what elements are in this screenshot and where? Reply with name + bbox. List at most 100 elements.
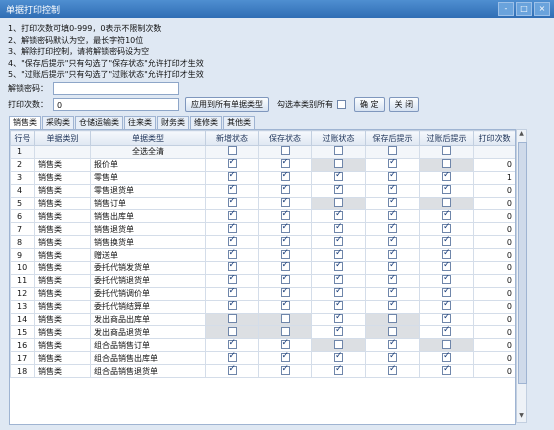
vertical-scrollbar[interactable]: ▲ ▼ (516, 129, 527, 423)
check-all-checkbox[interactable] (337, 100, 346, 109)
scroll-down-icon[interactable]: ▼ (517, 412, 526, 422)
table-row[interactable]: 5销售类销售订单 0 (10, 196, 515, 211)
status-checkbox[interactable] (280, 262, 290, 272)
status-checkbox[interactable] (227, 326, 237, 336)
status-checkbox[interactable] (334, 146, 343, 156)
status-checkbox[interactable] (227, 236, 237, 246)
status-checkbox[interactable] (280, 352, 290, 362)
tab-finance[interactable]: 财务类 (157, 116, 189, 129)
status-checkbox[interactable] (442, 172, 451, 182)
status-checkbox[interactable] (227, 146, 237, 156)
status-checkbox[interactable] (280, 210, 290, 220)
apply-all-button[interactable]: 应用到所有单据类型 (185, 97, 269, 112)
status-checkbox[interactable] (227, 301, 237, 311)
status-checkbox[interactable] (280, 146, 290, 156)
print-count-input[interactable]: 0 (53, 98, 179, 111)
status-checkbox[interactable] (280, 159, 290, 169)
table-row[interactable]: 3销售类零售单 1 (10, 170, 515, 185)
status-checkbox[interactable] (442, 236, 451, 246)
status-checkbox[interactable] (280, 249, 290, 259)
status-checkbox[interactable] (227, 172, 237, 182)
status-checkbox[interactable] (227, 288, 237, 298)
status-checkbox[interactable] (280, 339, 290, 349)
status-checkbox[interactable] (280, 365, 290, 375)
table-row[interactable]: 13销售类委托代销结算单 0 (10, 299, 515, 314)
table-row[interactable]: 1 全选全清 (10, 145, 515, 159)
status-checkbox[interactable] (227, 339, 237, 349)
status-checkbox[interactable] (334, 185, 343, 195)
tab-other[interactable]: 其他类 (223, 116, 255, 129)
column-header[interactable]: 单据类型 (90, 130, 206, 146)
status-checkbox[interactable] (334, 198, 343, 207)
minimize-button[interactable]: - (498, 2, 514, 16)
table-row[interactable]: 12销售类委托代销调价单 0 (10, 286, 515, 301)
status-checkbox[interactable] (334, 172, 343, 182)
status-checkbox[interactable] (388, 288, 397, 298)
status-checkbox[interactable] (442, 210, 451, 220)
scroll-up-icon[interactable]: ▲ (517, 130, 526, 140)
status-checkbox[interactable] (334, 262, 343, 272)
status-checkbox[interactable] (334, 236, 343, 246)
status-checkbox[interactable] (442, 326, 451, 336)
status-checkbox[interactable] (334, 210, 343, 220)
table-row[interactable]: 10销售类委托代销发货单 0 (10, 261, 515, 275)
status-checkbox[interactable] (334, 314, 343, 324)
status-checkbox[interactable] (388, 365, 397, 375)
status-checkbox[interactable] (442, 314, 451, 324)
ok-button[interactable]: 确 定 (354, 97, 385, 112)
status-checkbox[interactable] (227, 223, 237, 233)
status-checkbox[interactable] (227, 159, 237, 169)
table-row[interactable]: 2销售类报价单 0 (10, 157, 515, 172)
column-header[interactable]: 单据类别 (34, 130, 91, 146)
tab-purchase[interactable]: 采购类 (42, 116, 74, 129)
column-header[interactable]: 新增状态 (205, 130, 259, 146)
table-row[interactable]: 7销售类销售退货单 0 (10, 222, 515, 237)
column-header[interactable]: 过账后提示 (419, 130, 474, 146)
status-checkbox[interactable] (227, 185, 237, 195)
status-checkbox[interactable] (442, 301, 451, 311)
status-checkbox[interactable] (442, 365, 451, 375)
column-header[interactable]: 保存后提示 (365, 130, 420, 146)
maximize-button[interactable]: □ (516, 2, 532, 16)
status-checkbox[interactable] (388, 314, 397, 324)
table-row[interactable]: 15销售类发出商品退货单 0 (10, 325, 515, 340)
scrollbar-thumb[interactable] (518, 142, 527, 384)
status-checkbox[interactable] (388, 236, 397, 246)
table-row[interactable]: 9销售类赠送单 0 (10, 248, 515, 263)
tab-sales[interactable]: 销售类 (9, 116, 41, 130)
status-checkbox[interactable] (227, 262, 237, 272)
status-checkbox[interactable] (442, 249, 451, 259)
status-checkbox[interactable] (388, 275, 397, 285)
status-checkbox[interactable] (334, 352, 343, 362)
table-row[interactable]: 11销售类委托代销退货单 0 (10, 273, 515, 288)
status-checkbox[interactable] (280, 288, 290, 298)
status-checkbox[interactable] (334, 223, 343, 233)
status-checkbox[interactable] (388, 159, 397, 169)
status-checkbox[interactable] (334, 365, 343, 375)
status-checkbox[interactable] (388, 352, 397, 362)
status-checkbox[interactable] (388, 262, 397, 272)
status-checkbox[interactable] (442, 352, 451, 362)
status-checkbox[interactable] (280, 314, 290, 324)
status-checkbox[interactable] (388, 172, 397, 182)
status-checkbox[interactable] (388, 339, 397, 349)
status-checkbox[interactable] (334, 159, 343, 169)
status-checkbox[interactable] (334, 288, 343, 298)
status-checkbox[interactable] (442, 223, 451, 233)
status-checkbox[interactable] (227, 210, 237, 220)
status-checkbox[interactable] (442, 146, 451, 156)
password-input[interactable] (53, 82, 179, 95)
close-button[interactable]: 关 闭 (388, 97, 420, 112)
status-checkbox[interactable] (227, 249, 237, 259)
status-checkbox[interactable] (442, 159, 451, 169)
status-checkbox[interactable] (227, 198, 237, 207)
status-checkbox[interactable] (388, 301, 397, 311)
status-checkbox[interactable] (280, 172, 290, 182)
tab-warehouse-transport[interactable]: 仓储运输类 (75, 116, 123, 129)
status-checkbox[interactable] (442, 288, 451, 298)
status-checkbox[interactable] (227, 314, 237, 324)
table-row[interactable]: 14销售类发出商品出库单 0 (10, 312, 515, 327)
status-checkbox[interactable] (280, 223, 290, 233)
status-checkbox[interactable] (388, 185, 397, 195)
status-checkbox[interactable] (227, 352, 237, 362)
